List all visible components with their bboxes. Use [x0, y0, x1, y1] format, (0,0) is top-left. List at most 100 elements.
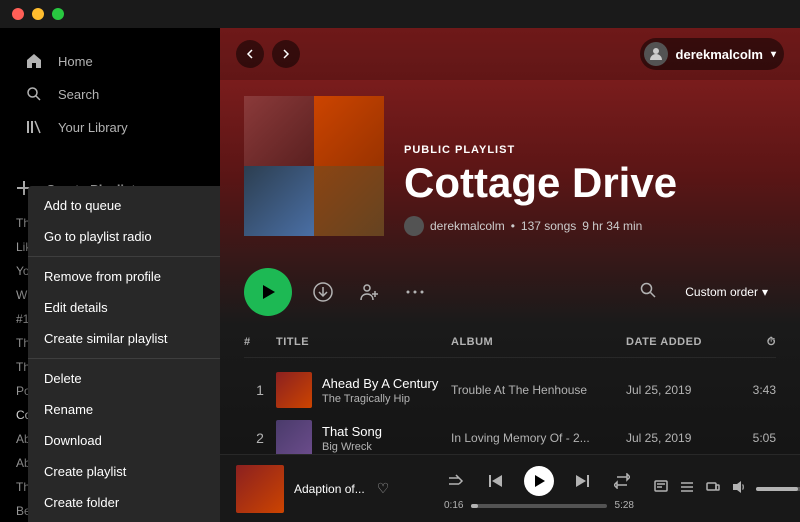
- avatar: [644, 42, 668, 66]
- table-row[interactable]: 1 Ahead By A Century The Tragically Hip …: [244, 366, 776, 414]
- track-album-2: In Loving Memory Of - 2...: [451, 431, 626, 445]
- playlist-info: PUBLIC PLAYLIST Cottage Drive derekmalco…: [404, 144, 776, 236]
- track-duration-1: 3:43: [726, 383, 776, 397]
- next-button[interactable]: [570, 469, 594, 493]
- devices-button[interactable]: [704, 478, 722, 499]
- app-body: Home Search Your Library Creat: [0, 28, 800, 522]
- progress-bar-container: 0:16 5:28: [444, 500, 634, 511]
- track-artist-1: The Tragically Hip: [322, 393, 438, 405]
- search-tracks-button[interactable]: [635, 277, 661, 308]
- track-num-1: 1: [244, 382, 276, 398]
- now-playing: Adaption of... ♡: [236, 465, 436, 513]
- context-menu-item-rename[interactable]: Rename: [28, 394, 220, 425]
- progress-fill: [471, 504, 478, 508]
- track-list: # TITLE ALBUM DATE ADDED ⏱ 1 Ahead By A …: [220, 328, 800, 454]
- context-menu-item-goto-radio[interactable]: Go to playlist radio: [28, 221, 220, 252]
- queue-button[interactable]: [678, 478, 696, 499]
- user-menu[interactable]: derekmalcolm ▾: [640, 38, 784, 70]
- sidebar: Home Search Your Library Creat: [0, 28, 220, 522]
- track-text-2: That Song Big Wreck: [322, 424, 382, 453]
- sidebar-item-library[interactable]: Your Library: [8, 111, 212, 143]
- heart-button[interactable]: ♡: [375, 478, 392, 499]
- playlist-play-button[interactable]: [244, 268, 292, 316]
- playlist-art: [244, 96, 384, 236]
- volume-icon-button[interactable]: [730, 478, 748, 499]
- context-menu-item-download[interactable]: Download: [28, 425, 220, 456]
- context-menu-item-edit-details[interactable]: Edit details: [28, 292, 220, 323]
- art-cell-4: [314, 166, 384, 236]
- track-album-1: Trouble At The Henhouse: [451, 383, 626, 397]
- meta-avatar: [404, 216, 424, 236]
- volume-bar[interactable]: [756, 487, 800, 491]
- top-bar: derekmalcolm ▾: [220, 28, 800, 80]
- col-header-title: TITLE: [276, 336, 451, 349]
- now-playing-actions: ♡: [375, 478, 392, 499]
- playlist-type-label: PUBLIC PLAYLIST: [404, 144, 776, 156]
- download-button[interactable]: [308, 277, 338, 307]
- context-menu-divider-2: [28, 358, 220, 359]
- add-user-button[interactable]: [354, 277, 384, 307]
- track-artist-2: Big Wreck: [322, 441, 382, 453]
- track-date-2: Jul 25, 2019: [626, 431, 726, 445]
- track-date-1: Jul 25, 2019: [626, 383, 726, 397]
- minimize-button[interactable]: [32, 8, 44, 20]
- player-bar: Adaption of... ♡: [220, 454, 800, 522]
- custom-order-dropdown[interactable]: Custom order ▾: [677, 281, 776, 303]
- meta-songs: 137 songs: [521, 219, 576, 233]
- shuffle-button[interactable]: [444, 469, 468, 493]
- volume-fill: [756, 487, 798, 491]
- context-menu-item-remove-profile[interactable]: Remove from profile: [28, 261, 220, 292]
- context-menu-item-create-similar[interactable]: Create similar playlist: [28, 323, 220, 354]
- now-playing-thumb: [236, 465, 284, 513]
- chevron-down-icon: ▾: [762, 285, 768, 299]
- track-name-2: That Song: [322, 424, 382, 439]
- art-cell-1: [244, 96, 314, 166]
- more-options-button[interactable]: [400, 277, 430, 307]
- playlist-header: PUBLIC PLAYLIST Cottage Drive derekmalco…: [220, 80, 800, 256]
- library-icon: [24, 117, 44, 137]
- track-info-1: Ahead By A Century The Tragically Hip: [276, 372, 451, 408]
- track-text-1: Ahead By A Century The Tragically Hip: [322, 376, 438, 405]
- home-icon: [24, 51, 44, 71]
- progress-current-time: 0:16: [444, 500, 463, 511]
- play-pause-button[interactable]: [524, 466, 554, 496]
- context-menu: Add to queue Go to playlist radio Remove…: [28, 186, 220, 522]
- track-name-1: Ahead By A Century: [322, 376, 438, 391]
- lyrics-button[interactable]: [652, 478, 670, 499]
- sidebar-item-home[interactable]: Home: [8, 45, 212, 77]
- context-menu-item-create-playlist[interactable]: Create playlist: [28, 456, 220, 487]
- table-row[interactable]: 2 That Song Big Wreck In Loving Memory O…: [244, 414, 776, 454]
- col-header-num: #: [244, 336, 276, 349]
- sidebar-item-search[interactable]: Search: [8, 78, 212, 110]
- repeat-button[interactable]: [610, 469, 634, 493]
- context-menu-item-delete[interactable]: Delete: [28, 363, 220, 394]
- meta-separator: •: [511, 219, 515, 233]
- player-controls: [444, 466, 634, 496]
- maximize-button[interactable]: [52, 8, 64, 20]
- sidebar-nav: Home Search Your Library: [0, 36, 220, 152]
- now-playing-title: Adaption of...: [294, 482, 365, 496]
- sidebar-home-label: Home: [58, 54, 93, 69]
- progress-total-time: 5:28: [615, 500, 634, 511]
- meta-duration: 9 hr 34 min: [582, 219, 642, 233]
- playlist-title: Cottage Drive: [404, 162, 776, 204]
- context-menu-item-add-to-queue[interactable]: Add to queue: [28, 190, 220, 221]
- col-header-duration: ⏱: [726, 336, 776, 349]
- nav-buttons: [236, 40, 300, 68]
- playlist-controls: Custom order ▾: [220, 256, 800, 328]
- previous-button[interactable]: [484, 469, 508, 493]
- context-menu-divider-1: [28, 256, 220, 257]
- player-right: [642, 478, 800, 499]
- track-duration-2: 5:05: [726, 431, 776, 445]
- search-icon: [24, 84, 44, 104]
- title-bar: [0, 0, 800, 28]
- art-cell-3: [244, 166, 314, 236]
- progress-bar[interactable]: [471, 504, 606, 508]
- track-thumb-2: [276, 420, 312, 454]
- now-playing-info: Adaption of...: [294, 482, 365, 496]
- meta-owner: derekmalcolm: [430, 219, 505, 233]
- close-button[interactable]: [12, 8, 24, 20]
- back-button[interactable]: [236, 40, 264, 68]
- forward-button[interactable]: [272, 40, 300, 68]
- context-menu-item-create-folder[interactable]: Create folder: [28, 487, 220, 518]
